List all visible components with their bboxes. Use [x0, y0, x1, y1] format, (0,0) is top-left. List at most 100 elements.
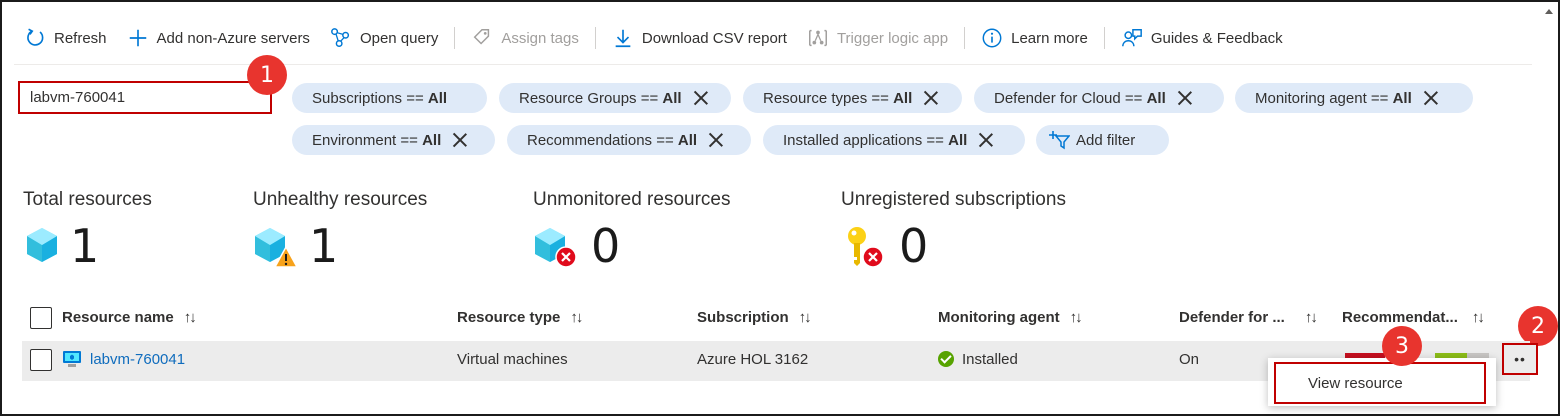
filter-subscriptions[interactable]: Subscriptions == All [292, 83, 487, 113]
plus-icon [129, 29, 146, 47]
cube-error-icon [535, 228, 577, 268]
add-non-azure-label: Add non-Azure servers [156, 29, 310, 47]
filter-recommendations-text: Recommendations == All [527, 131, 698, 149]
column-header-label: Recommendat... [1342, 309, 1458, 326]
total-resources-title: Total resources [23, 189, 152, 210]
filter-recommendations[interactable]: Recommendations == All [507, 125, 751, 155]
context-menu: View resource [1268, 358, 1496, 406]
refresh-button[interactable]: Refresh [14, 22, 117, 54]
sort-icon[interactable]: ↑↓ [570, 309, 583, 326]
remove-filter-icon[interactable] [453, 133, 467, 147]
add-non-azure-servers-button[interactable]: Add non-Azure servers [117, 22, 320, 54]
sort-icon[interactable]: ↑↓ [1472, 309, 1485, 326]
search-input[interactable]: labvm-760041 [18, 81, 272, 114]
resource-type-cell: Virtual machines [457, 351, 568, 368]
remove-filter-icon[interactable] [1178, 91, 1192, 105]
unmonitored-resources-title: Unmonitored resources [533, 189, 731, 210]
column-header-resource-name[interactable]: Resource name ↑↓ [62, 309, 197, 326]
download-icon [615, 29, 631, 48]
filter-environment-text: Environment == All [312, 131, 442, 149]
filter-defender-for-cloud[interactable]: Defender for Cloud == All [974, 83, 1224, 113]
select-all-checkbox[interactable] [30, 307, 52, 329]
logic-app-icon [808, 29, 827, 47]
view-resource-menu-item[interactable]: View resource [1274, 362, 1486, 404]
add-filter-icon [1049, 131, 1070, 150]
monitoring-agent-cell: Installed [938, 351, 1018, 368]
toolbar-separator [964, 27, 966, 49]
assign-tags-button[interactable]: Assign tags [461, 22, 589, 54]
refresh-icon [27, 28, 44, 46]
filter-installed-applications[interactable]: Installed applications == All [763, 125, 1025, 155]
unregistered-subscriptions-title: Unregistered subscriptions [841, 189, 1066, 210]
info-icon [982, 28, 1002, 48]
resource-name-link[interactable]: labvm-760041 [90, 351, 185, 368]
add-filter-label: Add filter [1076, 131, 1136, 149]
filter-monitoring-agent-text: Monitoring agent == All [1255, 89, 1412, 107]
sort-icon[interactable]: ↑↓ [1070, 309, 1083, 326]
remove-filter-icon[interactable] [709, 133, 723, 147]
trigger-logic-app-button[interactable]: Trigger logic app [797, 22, 958, 54]
sort-icon[interactable]: ↑↓ [184, 309, 197, 326]
column-header-defender[interactable]: Defender for ... ↑↓ [1179, 309, 1318, 326]
callout-2-badge: 2 [1518, 306, 1558, 346]
remove-filter-icon[interactable] [694, 91, 708, 105]
column-header-label: Defender for ... [1179, 309, 1285, 326]
column-header-label: Subscription [697, 309, 789, 326]
callout-1-badge: 1 [247, 55, 287, 95]
query-icon [331, 28, 350, 47]
command-bar: Refresh Add non-Azure servers Open query… [14, 22, 1293, 54]
column-header-label: Resource type [457, 309, 561, 326]
download-csv-label: Download CSV report [641, 29, 787, 47]
sort-icon[interactable]: ↑↓ [799, 309, 812, 326]
feedback-icon [1121, 29, 1142, 47]
unhealthy-resources-title: Unhealthy resources [253, 189, 428, 210]
column-header-label: Monitoring agent [938, 309, 1060, 326]
guides-feedback-button[interactable]: Guides & Feedback [1111, 22, 1293, 54]
key-error-icon [848, 227, 884, 268]
filter-environment[interactable]: Environment == All [292, 125, 495, 155]
filter-installed-applications-text: Installed applications == All [783, 131, 968, 149]
column-header-resource-type[interactable]: Resource type ↑↓ [457, 309, 583, 326]
sort-icon[interactable]: ↑↓ [1305, 309, 1318, 326]
filter-resource-types[interactable]: Resource types == All [743, 83, 962, 113]
virtual-machine-icon [63, 351, 81, 367]
remove-filter-icon[interactable] [979, 133, 993, 147]
row-checkbox[interactable] [30, 349, 52, 371]
monitoring-agent-status: Installed [962, 351, 1018, 368]
toolbar-separator [594, 27, 596, 49]
learn-more-button[interactable]: Learn more [971, 22, 1098, 54]
defender-cell: On [1179, 351, 1200, 368]
cube-icon [27, 228, 57, 262]
column-header-recommendations[interactable]: Recommendat... ↑↓ [1342, 309, 1485, 326]
toolbar-divider [14, 64, 1532, 65]
unhealthy-resources-value: 1 [309, 219, 339, 273]
column-header-monitoring-agent[interactable]: Monitoring agent ↑↓ [938, 309, 1083, 326]
filter-monitoring-agent[interactable]: Monitoring agent == All [1235, 83, 1473, 113]
toolbar-separator [454, 27, 456, 49]
search-value: labvm-760041 [30, 89, 126, 106]
cube-warning-icon [255, 228, 298, 268]
unmonitored-resources-value: 0 [591, 219, 621, 273]
filter-resource-types-text: Resource types == All [763, 89, 913, 107]
filter-resource-groups-text: Resource Groups == All [519, 89, 682, 107]
view-resource-label: View resource [1308, 375, 1403, 392]
total-resources-value: 1 [70, 219, 100, 273]
add-filter-button[interactable]: Add filter [1036, 125, 1169, 155]
learn-more-label: Learn more [1011, 29, 1088, 47]
download-csv-button[interactable]: Download CSV report [602, 22, 797, 54]
filter-resource-groups[interactable]: Resource Groups == All [499, 83, 731, 113]
tag-icon [473, 29, 490, 45]
open-query-label: Open query [359, 29, 439, 47]
filter-defender-text: Defender for Cloud == All [994, 89, 1166, 107]
row-more-actions-button[interactable]: •• [1502, 343, 1538, 375]
column-header-label: Resource name [62, 309, 174, 326]
remove-filter-icon[interactable] [924, 91, 938, 105]
remove-filter-icon[interactable] [1424, 91, 1438, 105]
filter-subscriptions-text: Subscriptions == All [312, 89, 448, 107]
callout-3-badge: 3 [1382, 326, 1422, 366]
open-query-button[interactable]: Open query [320, 22, 448, 54]
assign-tags-label: Assign tags [501, 29, 579, 47]
scroll-up-arrow[interactable] [1544, 6, 1554, 18]
column-header-subscription[interactable]: Subscription ↑↓ [697, 309, 812, 326]
refresh-label: Refresh [54, 29, 107, 47]
